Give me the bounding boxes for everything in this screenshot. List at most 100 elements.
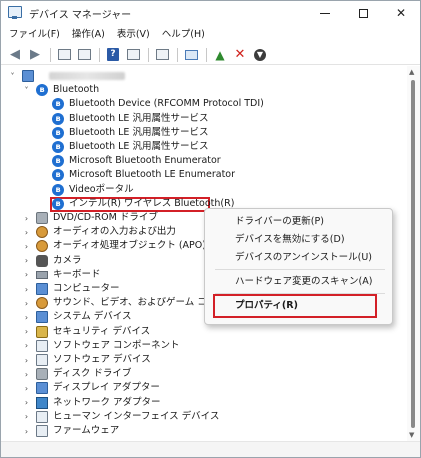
toolbar-separator: [177, 47, 178, 62]
scroll-down-icon[interactable]: ▼: [409, 431, 414, 439]
expand-chevron-icon[interactable]: ›: [22, 228, 31, 237]
tree-category-software-components[interactable]: › ソフトウェア コンポーネント: [1, 339, 401, 353]
menu-action[interactable]: 操作(A): [66, 25, 111, 45]
speaker-icon: [36, 240, 48, 253]
expand-chevron-icon[interactable]: ›: [22, 356, 31, 365]
uninstall-icon: ✕: [234, 47, 246, 62]
network-adapter-icon: [36, 396, 48, 409]
computer-icon: [36, 283, 48, 295]
minimize-button[interactable]: [306, 1, 344, 25]
dvd-drive-icon: [36, 212, 48, 224]
collapse-chevron-icon[interactable]: ˅: [22, 86, 31, 95]
bluetooth-icon: ʙ: [52, 112, 64, 125]
view-icon: [126, 49, 140, 60]
console-tree-button[interactable]: [75, 46, 93, 64]
toolbar-separator: [206, 47, 207, 62]
expand-chevron-icon[interactable]: ›: [22, 313, 31, 322]
help-button[interactable]: ?: [104, 46, 122, 64]
tree-category-label: ソフトウェア コンポーネント: [53, 339, 180, 351]
tree-category-network-adapters[interactable]: › ネットワーク アダプター: [1, 396, 401, 410]
minimize-icon: [320, 12, 330, 14]
tree-device-label: Bluetooth LE 汎用属性サービス: [69, 112, 209, 124]
context-menu-disable-device[interactable]: デバイスを無効にする(D): [235, 233, 345, 247]
tree-category-disk-drives[interactable]: › ディスク ドライブ: [1, 367, 401, 381]
tree-category-label: ディスク ドライブ: [53, 368, 132, 380]
tree-device-label: Microsoft Bluetooth Enumerator: [69, 155, 221, 167]
tree-category-hid[interactable]: › ヒューマン インターフェイス デバイス: [1, 410, 401, 424]
expand-chevron-icon[interactable]: ›: [22, 412, 31, 421]
view-button[interactable]: [124, 46, 142, 64]
tree-category-software-devices[interactable]: › ソフトウェア デバイス: [1, 353, 401, 367]
vertical-scrollbar[interactable]: ▲ ▼: [407, 66, 420, 441]
tree-root[interactable]: ˅: [1, 69, 401, 83]
forward-button[interactable]: ▶: [26, 46, 44, 64]
disk-drive-icon: [36, 368, 48, 381]
tree-device[interactable]: ʙ Microsoft Bluetooth Enumerator: [1, 154, 401, 168]
properties-sheet-icon: [57, 49, 71, 60]
tree-category-security-devices[interactable]: › セキュリティ デバイス: [1, 325, 401, 339]
bluetooth-icon: ʙ: [52, 169, 64, 182]
monitor-button[interactable]: [182, 46, 200, 64]
properties-sheet-button[interactable]: [55, 46, 73, 64]
expand-chevron-icon[interactable]: ›: [22, 270, 31, 279]
tree-device[interactable]: ʙ Videoポータル: [1, 183, 401, 197]
tree-category-label: カメラ: [53, 254, 82, 266]
tree-device[interactable]: ʙ Microsoft Bluetooth LE Enumerator: [1, 168, 401, 182]
scrollbar-thumb[interactable]: [411, 80, 415, 428]
tree-category-firmware[interactable]: › ファームウェア: [1, 424, 401, 438]
firmware-icon: [36, 425, 48, 437]
context-menu-uninstall-device[interactable]: デバイスのアンインストール(U): [235, 251, 372, 265]
back-arrow-icon: ◀: [10, 47, 20, 62]
tree-device-label: Bluetooth LE 汎用属性サービス: [69, 126, 209, 138]
tree-category-label: Bluetooth: [53, 84, 100, 96]
scroll-up-icon[interactable]: ▲: [409, 68, 414, 76]
tree-category-bluetooth[interactable]: ˅ ʙ Bluetooth: [1, 83, 401, 97]
bluetooth-icon: ʙ: [36, 84, 48, 97]
expand-chevron-icon[interactable]: ›: [22, 384, 31, 393]
context-menu-properties[interactable]: プロパティ(R): [235, 299, 298, 313]
toolbar-separator: [148, 47, 149, 62]
tree-category-label: ヒューマン インターフェイス デバイス: [53, 410, 220, 422]
toolbar-separator: [99, 47, 100, 62]
close-button[interactable]: ✕: [382, 1, 420, 25]
display-adapter-icon: [36, 382, 48, 395]
bluetooth-icon: ʙ: [52, 155, 64, 168]
expand-chevron-icon[interactable]: ›: [22, 242, 31, 251]
back-button[interactable]: ◀: [6, 46, 24, 64]
update-driver-button[interactable]: ▲: [211, 46, 229, 64]
tree-category-label: ネットワーク アダプター: [53, 396, 161, 408]
tree-category-label: ディスプレイ アダプター: [53, 382, 160, 394]
speaker-icon: [36, 226, 48, 239]
collapse-chevron-icon[interactable]: ˅: [8, 72, 17, 81]
expand-chevron-icon[interactable]: ›: [22, 214, 31, 223]
maximize-icon: [358, 8, 368, 18]
tree-device[interactable]: ʙ Bluetooth LE 汎用属性サービス: [1, 112, 401, 126]
bluetooth-icon: ʙ: [52, 98, 64, 111]
expand-chevron-icon[interactable]: ›: [22, 398, 31, 407]
obscured-computer-name: [49, 72, 125, 80]
menu-help[interactable]: ヘルプ(H): [156, 25, 211, 45]
scan-hardware-button[interactable]: [153, 46, 171, 64]
menu-file[interactable]: ファイル(F): [1, 25, 66, 45]
forward-arrow-icon: ▶: [30, 47, 40, 62]
context-menu-scan-hardware[interactable]: ハードウェア変更のスキャン(A): [235, 275, 372, 289]
expand-chevron-icon[interactable]: ›: [22, 299, 31, 308]
tree-device-label: Videoポータル: [69, 183, 134, 195]
maximize-button[interactable]: [344, 1, 382, 25]
disable-device-button[interactable]: ▼: [251, 46, 269, 64]
expand-chevron-icon[interactable]: ›: [22, 370, 31, 379]
expand-chevron-icon[interactable]: ›: [22, 327, 31, 336]
expand-chevron-icon[interactable]: ›: [22, 341, 31, 350]
expand-chevron-icon[interactable]: ›: [22, 427, 31, 436]
expand-chevron-icon[interactable]: ›: [22, 256, 31, 265]
tree-device[interactable]: ʙ Bluetooth Device (RFCOMM Protocol TDI): [1, 97, 401, 111]
tree-device-label: Microsoft Bluetooth LE Enumerator: [69, 169, 236, 181]
tree-device[interactable]: ʙ Bluetooth LE 汎用属性サービス: [1, 140, 401, 154]
update-driver-icon: ▲: [215, 47, 225, 62]
menu-view[interactable]: 表示(V): [111, 25, 156, 45]
uninstall-device-button[interactable]: ✕: [231, 46, 249, 64]
tree-device[interactable]: ʙ Bluetooth LE 汎用属性サービス: [1, 126, 401, 140]
expand-chevron-icon[interactable]: ›: [22, 285, 31, 294]
context-menu-update-driver[interactable]: ドライバーの更新(P): [235, 215, 324, 229]
tree-category-display-adapters[interactable]: › ディスプレイ アダプター: [1, 381, 401, 395]
